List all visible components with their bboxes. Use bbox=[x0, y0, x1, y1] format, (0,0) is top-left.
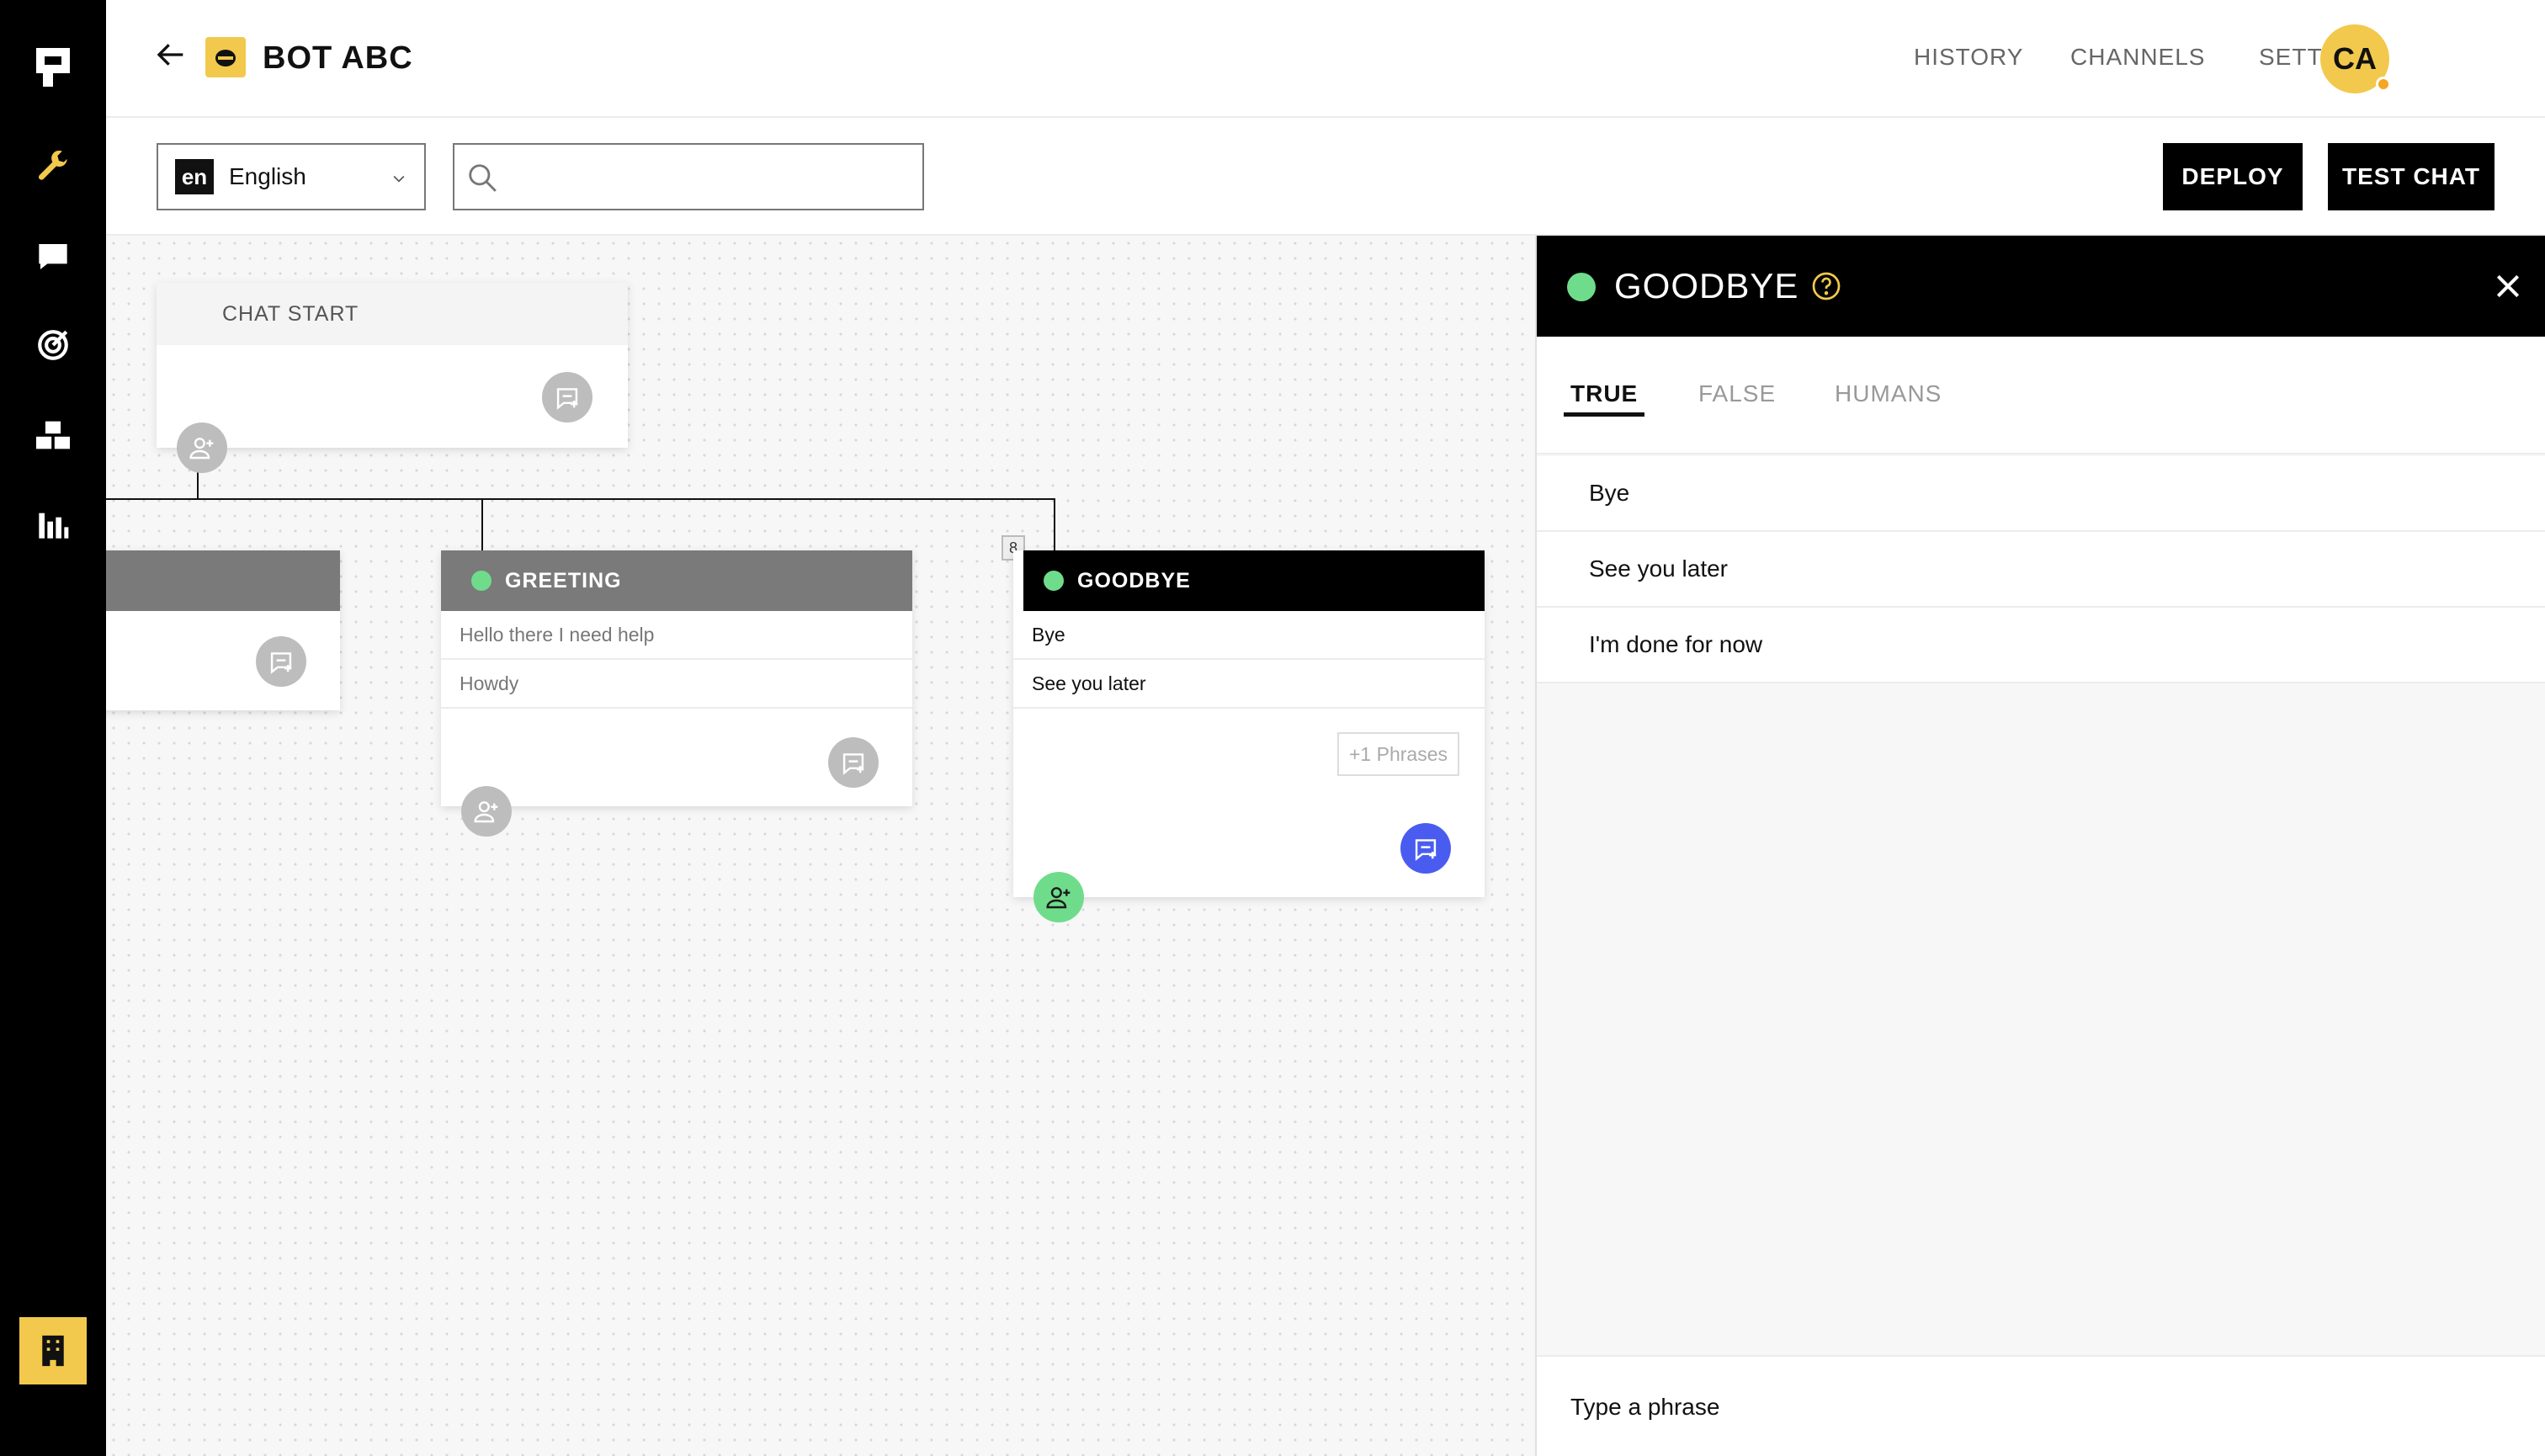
search-box bbox=[453, 143, 924, 210]
add-user-icon[interactable] bbox=[177, 422, 227, 473]
tab-false[interactable]: FALSE bbox=[1698, 380, 1776, 407]
goodbye-phrase: Bye bbox=[1013, 611, 1485, 660]
intent-node-partial[interactable] bbox=[106, 550, 340, 710]
app-logo-icon[interactable] bbox=[32, 46, 74, 88]
add-bot-response-icon[interactable] bbox=[1400, 823, 1451, 874]
add-user-icon[interactable] bbox=[461, 786, 512, 837]
intent-status-icon bbox=[1567, 273, 1596, 301]
language-name: English bbox=[229, 163, 306, 189]
language-code: en bbox=[175, 159, 214, 194]
nav-channels[interactable]: CHANNELS bbox=[2070, 44, 2205, 71]
goodbye-title: GOODBYE bbox=[1077, 568, 1191, 592]
add-bot-response-icon[interactable] bbox=[256, 636, 306, 687]
test-chat-button[interactable]: TEST CHAT bbox=[2328, 143, 2495, 210]
blocks-icon[interactable] bbox=[32, 414, 74, 456]
chat-start-title: CHAT START bbox=[157, 283, 628, 345]
add-bot-response-icon[interactable] bbox=[542, 372, 592, 422]
panel-header: GOODBYE bbox=[1537, 236, 2545, 337]
intent-status-icon bbox=[471, 571, 491, 591]
connector-line bbox=[197, 481, 199, 500]
greeting-phrase: Howdy bbox=[441, 660, 912, 709]
search-input[interactable] bbox=[513, 153, 909, 200]
chevron-down-icon bbox=[391, 170, 407, 191]
flow-canvas[interactable]: CHAT START GREETING Hello there I need h… bbox=[106, 236, 1537, 1456]
goodbye-phrase: See you later bbox=[1013, 660, 1485, 709]
phrase-input-bar bbox=[1537, 1355, 2545, 1456]
phrase-item[interactable]: See you later bbox=[1537, 532, 2545, 608]
tab-true[interactable]: TRUE bbox=[1570, 380, 1638, 407]
greeting-phrase: Hello there I need help bbox=[441, 611, 912, 660]
chat-start-node[interactable]: CHAT START bbox=[157, 283, 628, 448]
add-user-icon[interactable] bbox=[1033, 872, 1084, 922]
panel-title: GOODBYE bbox=[1614, 266, 1799, 306]
greeting-title: GREETING bbox=[505, 568, 622, 592]
left-sidebar bbox=[0, 0, 106, 1456]
back-arrow-icon[interactable] bbox=[155, 38, 192, 75]
phrase-item[interactable]: Bye bbox=[1537, 456, 2545, 532]
phrase-input[interactable] bbox=[1570, 1382, 2496, 1432]
close-icon[interactable] bbox=[2491, 269, 2525, 307]
organization-icon[interactable] bbox=[19, 1317, 87, 1384]
active-tab-indicator bbox=[1564, 412, 1644, 417]
help-icon[interactable] bbox=[1811, 271, 1841, 306]
add-bot-response-icon[interactable] bbox=[828, 737, 879, 788]
chat-icon[interactable] bbox=[32, 236, 74, 278]
avatar-status-badge bbox=[2376, 77, 2391, 92]
connector-line bbox=[1054, 498, 1055, 550]
more-phrases-badge[interactable]: +1 Phrases bbox=[1337, 732, 1459, 776]
analytics-icon[interactable] bbox=[32, 503, 74, 545]
panel-tabs: TRUE FALSE HUMANS bbox=[1537, 337, 2545, 454]
language-select[interactable]: en English bbox=[157, 143, 426, 210]
bot-name: BOT ABC bbox=[263, 40, 413, 76]
connector-line bbox=[481, 498, 483, 550]
intent-status-icon bbox=[1044, 571, 1064, 591]
nav-history[interactable]: HISTORY bbox=[1914, 44, 2023, 71]
target-icon[interactable] bbox=[32, 324, 74, 366]
bot-logo-icon bbox=[205, 37, 246, 77]
intent-detail-panel: GOODBYE TRUE FALSE HUMANS Bye See you la… bbox=[1535, 236, 2545, 1456]
tab-humans[interactable]: HUMANS bbox=[1835, 380, 1942, 407]
deploy-button[interactable]: DEPLOY bbox=[2163, 143, 2303, 210]
search-icon bbox=[466, 162, 498, 198]
toolbar: en English DEPLOY TEST CHAT bbox=[106, 120, 2545, 236]
wrench-icon[interactable] bbox=[32, 146, 74, 188]
top-header: BOT ABC HISTORY CHANNELS SETTINGS bbox=[106, 0, 2545, 118]
connector-line bbox=[106, 498, 1055, 500]
phrase-item[interactable]: I'm done for now bbox=[1537, 608, 2545, 683]
